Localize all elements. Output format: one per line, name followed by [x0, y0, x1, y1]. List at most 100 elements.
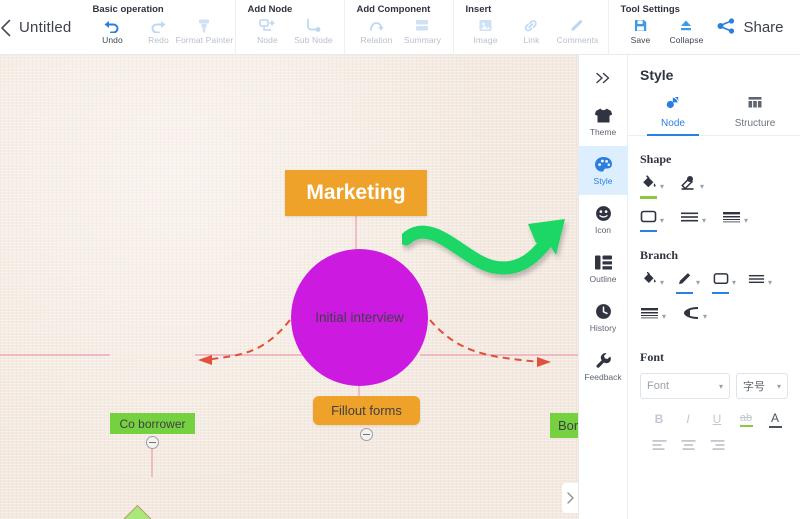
- align-right-icon: [710, 440, 724, 450]
- undo-button[interactable]: Undo: [90, 17, 134, 45]
- branch-shape-control[interactable]: ▾: [712, 272, 736, 294]
- section-font: Font Font ▾ 字号 ▾ B I U ab A: [628, 350, 800, 456]
- insert-image-button[interactable]: Image: [463, 17, 507, 45]
- insert-link-label: Link: [523, 35, 540, 45]
- smiley-icon: [594, 204, 613, 223]
- node-initial-interview[interactable]: Initial interview: [291, 249, 428, 386]
- insert-comment-button[interactable]: Comments: [555, 17, 599, 45]
- shape-swatch: [640, 229, 657, 232]
- comment-pen-icon: [569, 17, 585, 34]
- sidebar-item-icon[interactable]: Icon: [579, 195, 628, 244]
- redo-button[interactable]: Redo: [136, 17, 180, 45]
- branch-fill-swatch: [640, 292, 657, 295]
- undo-arrow-icon: [103, 17, 121, 34]
- insert-link-button[interactable]: Link: [509, 17, 553, 45]
- chevron-left-icon: [1, 19, 11, 36]
- sidebar-item-outline[interactable]: Outline: [579, 244, 628, 293]
- node-co-borrower[interactable]: Co borrower: [110, 413, 195, 434]
- branch-style-control[interactable]: ▾: [748, 272, 772, 295]
- canvas-edge-handle[interactable]: [562, 483, 578, 513]
- align-left-button[interactable]: [646, 434, 672, 456]
- branch-arrow-swatch: [683, 326, 700, 329]
- chevron-down-icon: ▾: [700, 182, 705, 192]
- strikethrough-button[interactable]: ab: [733, 408, 759, 430]
- group-title: Add Node: [247, 4, 293, 15]
- chevron-down-icon: ▾: [703, 312, 708, 322]
- line-width-swatch: [723, 230, 740, 233]
- chevron-down-icon: ▾: [744, 216, 749, 226]
- format-painter-button[interactable]: Format Painter: [176, 17, 233, 45]
- align-right-button[interactable]: [704, 434, 730, 456]
- border-color-icon: [680, 175, 697, 195]
- collapse-toggle-co-borrower[interactable]: [146, 436, 159, 449]
- text-color-swatch: [768, 425, 782, 428]
- font-format-row: B I U ab A: [640, 408, 788, 430]
- node-fillout-forms[interactable]: Fillout forms: [313, 396, 420, 425]
- node-shape-control[interactable]: ▾: [640, 210, 664, 232]
- node-marketing[interactable]: Marketing: [285, 170, 427, 216]
- insert-comment-label: Comments: [556, 35, 599, 45]
- node-label: Bor: [558, 418, 578, 433]
- sidebar-item-label: Style: [593, 176, 613, 186]
- share-button[interactable]: Share: [717, 17, 784, 38]
- node-cube-icon: [665, 95, 681, 115]
- paint-bucket-icon: [640, 175, 657, 195]
- branch-color-control[interactable]: ▾: [676, 272, 700, 294]
- underline-button[interactable]: U: [704, 408, 730, 430]
- border-color-swatch: [680, 196, 697, 199]
- branch-style-swatch: [748, 292, 765, 295]
- back-button[interactable]: [0, 0, 11, 55]
- line-style-control[interactable]: ▾: [680, 210, 706, 233]
- add-sub-node-button[interactable]: Sub Node: [291, 17, 335, 45]
- image-icon: [478, 17, 493, 34]
- collapse-toggle-fillout[interactable]: [360, 428, 373, 441]
- node-label: Fillout forms: [331, 403, 402, 418]
- node-label: Initial interview: [315, 310, 404, 325]
- toolbar-group-add-node: Add Node Node Sub Node: [235, 0, 344, 55]
- save-button[interactable]: Save: [618, 17, 662, 45]
- document-title[interactable]: Untitled: [11, 0, 81, 55]
- branch-fill-control[interactable]: ▾: [640, 271, 664, 295]
- node-borrower[interactable]: Bor: [550, 413, 578, 438]
- line-width-control[interactable]: ▾: [722, 210, 748, 233]
- shape-border-color-control[interactable]: ▾: [680, 175, 704, 199]
- panel-body: Style Node Structure Shape ▾ ▾ ▾ ▾ ▾ Bra…: [628, 55, 800, 519]
- paint-bucket-icon: [641, 271, 657, 291]
- text-color-button[interactable]: A: [762, 408, 788, 430]
- node-label: Co borrower: [119, 416, 186, 431]
- mindmap-canvas[interactable]: Marketing Initial interview Fillout form…: [0, 55, 578, 519]
- wrench-icon: [594, 351, 613, 370]
- tshirt-icon: [594, 106, 613, 125]
- fill-color-swatch: [640, 196, 657, 199]
- branch-width-control[interactable]: ▾: [640, 306, 666, 329]
- branch-width-swatch: [641, 326, 658, 329]
- panel-expand-button[interactable]: [579, 63, 627, 93]
- tab-structure[interactable]: Structure: [714, 93, 796, 135]
- add-summary-button[interactable]: Summary: [400, 17, 444, 45]
- toolbar-group-tool-settings: Tool Settings Save Collapse: [608, 0, 717, 55]
- tab-node[interactable]: Node: [632, 93, 714, 136]
- format-painter-label: Format Painter: [175, 35, 234, 45]
- font-size-select[interactable]: 字号 ▾: [736, 373, 788, 399]
- section-title: Shape: [640, 152, 672, 166]
- sidebar-item-theme[interactable]: Theme: [579, 97, 628, 146]
- branch-shape-swatch: [712, 291, 730, 294]
- panel-title: Style: [640, 67, 674, 83]
- sidebar-item-style[interactable]: Style: [578, 146, 628, 195]
- format-painter-icon: [196, 17, 212, 34]
- align-center-button[interactable]: [675, 434, 701, 456]
- font-family-select[interactable]: Font ▾: [640, 373, 730, 399]
- add-node-button[interactable]: Node: [245, 17, 289, 45]
- relation-arrow-icon: [368, 17, 385, 34]
- branch-arrow-control[interactable]: ▾: [682, 306, 707, 329]
- add-relation-button[interactable]: Relation: [354, 17, 398, 45]
- collapse-button[interactable]: Collapse: [664, 17, 708, 45]
- chevron-down-icon: ▾: [660, 278, 665, 288]
- shape-fill-color-control[interactable]: ▾: [640, 175, 664, 199]
- italic-button[interactable]: I: [675, 408, 701, 430]
- sidebar-item-feedback[interactable]: Feedback: [579, 342, 628, 391]
- sidebar-item-history[interactable]: History: [579, 293, 628, 342]
- relation-left: [204, 319, 291, 361]
- bold-button[interactable]: B: [646, 408, 672, 430]
- toolbar-group-add-component: Add Component Relation Summary: [344, 0, 453, 55]
